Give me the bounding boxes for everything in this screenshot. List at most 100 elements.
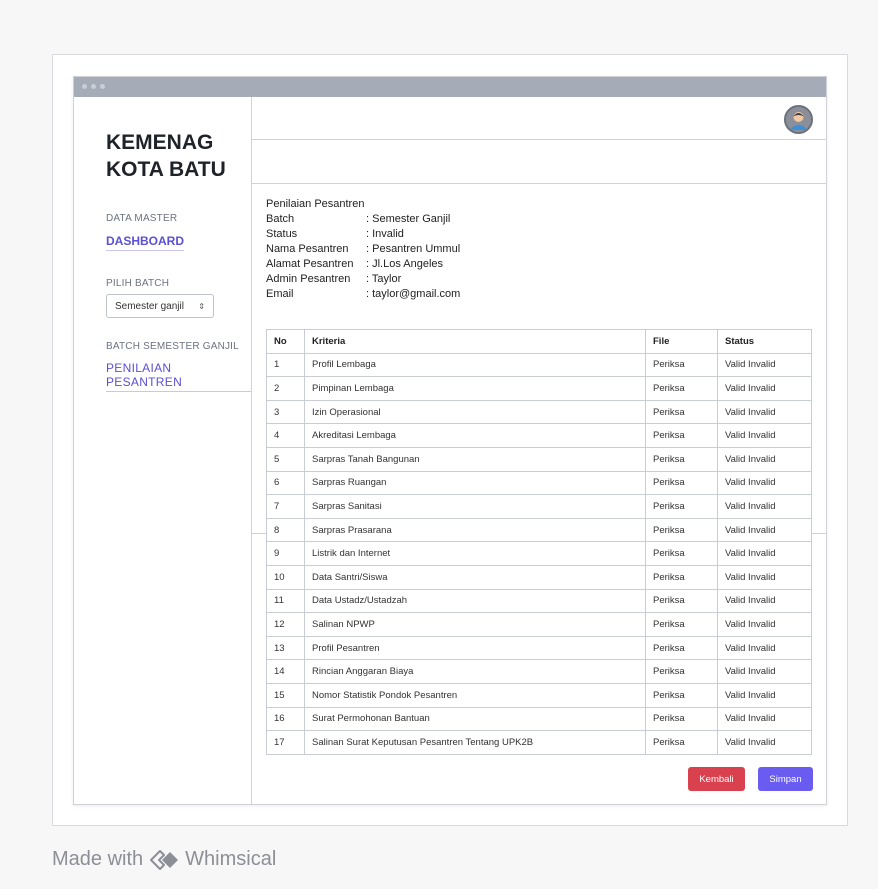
cell-file[interactable]: Periksa	[645, 541, 718, 566]
table-row: 2 Pimpinan Lembaga Periksa Valid Invalid	[266, 376, 812, 401]
table-row: 11 Data Ustadz/Ustadzah Periksa Valid Inval…	[266, 588, 812, 614]
cell-status[interactable]: Valid Invalid	[717, 564, 812, 590]
cell-status[interactable]: Valid Invalid	[717, 470, 812, 496]
header-no: No	[266, 329, 305, 354]
cell-no: 10	[266, 564, 305, 590]
info-value: : Pesantren Ummul	[366, 243, 461, 255]
info-key: Alamat Pesantren	[266, 258, 354, 270]
cell-status[interactable]: Valid Invalid	[717, 541, 812, 566]
cell-status[interactable]: Valid Invalid	[717, 446, 812, 472]
cell-kriteria: Sarpras Ruangan	[304, 470, 646, 496]
header-status: Status	[717, 329, 812, 354]
cell-file[interactable]: Periksa	[645, 376, 718, 401]
cell-kriteria: Salinan Surat Keputusan Pesantren Tentan…	[304, 730, 646, 755]
cell-status[interactable]: Valid Invalid	[717, 612, 812, 637]
cell-status[interactable]: Valid Invalid	[717, 635, 812, 661]
cell-no: 13	[266, 635, 305, 661]
cell-file[interactable]: Periksa	[645, 564, 718, 590]
cell-kriteria: Akreditasi Lembaga	[304, 423, 646, 448]
batch-select[interactable]: Semester ganjil ⇕	[106, 294, 214, 318]
cell-kriteria: Sarpras Prasarana	[304, 517, 646, 543]
cell-file[interactable]: Periksa	[645, 494, 718, 519]
cell-file[interactable]: Periksa	[645, 730, 718, 755]
window-controls	[82, 84, 105, 89]
cell-no: 8	[266, 517, 305, 543]
table-row: 16 Surat Permohonan Bantuan Periksa Valid I…	[266, 706, 812, 732]
info-row: Nama Pesantren : Pesantren Ummul	[266, 242, 460, 257]
user-avatar-icon[interactable]	[784, 105, 813, 134]
table-row: 4 Akreditasi Lembaga Periksa Valid Invalid	[266, 423, 812, 448]
cell-no: 3	[266, 399, 305, 425]
info-value: : Semester Ganjil	[366, 213, 451, 225]
cell-file[interactable]: Periksa	[645, 470, 718, 496]
cell-file[interactable]: Periksa	[645, 588, 718, 614]
whimsical-brand-text: Whimsical	[185, 848, 277, 870]
pilih-batch-label: PILIH BATCH	[106, 278, 170, 289]
cell-file[interactable]: Periksa	[645, 352, 718, 378]
cell-no: 14	[266, 659, 305, 684]
table-row: 6 Sarpras Ruangan Periksa Valid Invalid	[266, 470, 812, 496]
cell-status[interactable]: Valid Invalid	[717, 376, 812, 401]
info-value: : Jl.Los Angeles	[366, 258, 444, 270]
info-value: : Invalid	[366, 228, 404, 240]
table-row: 17 Salinan Surat Keputusan Pesantren Tent…	[266, 730, 812, 755]
info-key: Admin Pesantren	[266, 273, 351, 285]
top-bar	[252, 97, 827, 140]
cell-file[interactable]: Periksa	[645, 399, 718, 425]
cell-kriteria: Pimpinan Lembaga	[304, 376, 646, 401]
info-row: Batch: Semester Ganjil	[266, 212, 460, 227]
cell-status[interactable]: Valid Invalid	[717, 682, 812, 708]
cell-kriteria: Surat Permohonan Bantuan	[304, 706, 646, 732]
cell-status[interactable]: Valid Invalid	[717, 423, 812, 448]
cell-kriteria: Sarpras Sanitasi	[304, 494, 646, 519]
brand-line-2: KOTA BATU	[106, 158, 226, 181]
cell-no: 15	[266, 682, 305, 708]
cell-file[interactable]: Periksa	[645, 659, 718, 684]
info-key: Nama Pesantren	[266, 243, 349, 255]
cell-file[interactable]: Periksa	[645, 612, 718, 637]
info-row: Admin Pesantren: Taylor	[266, 272, 460, 287]
cell-file[interactable]: Periksa	[645, 446, 718, 472]
app-window: KEMENAG KOTA BATU DATA MASTER DASHBOARD …	[73, 76, 827, 805]
table-row: 10 Data Santri/Siswa Periksa Valid Invalid	[266, 564, 812, 590]
cell-kriteria: Listrik dan Internet	[304, 541, 646, 566]
info-key: Status	[266, 228, 298, 240]
chevron-updown-icon: ⇕	[198, 301, 205, 311]
cell-status[interactable]: Valid Invalid	[717, 494, 812, 519]
dashboard-link[interactable]: DASHBOARD	[106, 234, 184, 251]
cell-file[interactable]: Periksa	[645, 635, 718, 661]
batch-semester-label: BATCH SEMESTER GANJIL	[106, 341, 239, 352]
table-row: 12 Salinan NPWP Periksa Valid Invalid	[266, 612, 812, 637]
made-with-footer: Made with Whimsical	[52, 848, 276, 871]
cell-no: 5	[266, 446, 305, 472]
kembali-button[interactable]: Kembali	[688, 767, 745, 791]
cell-no: 9	[266, 541, 305, 566]
window-dot-max[interactable]	[100, 84, 105, 89]
cell-status[interactable]: Valid Invalid	[717, 730, 812, 755]
window-dot-close[interactable]	[82, 84, 87, 89]
canvas: KEMENAG KOTA BATU DATA MASTER DASHBOARD …	[0, 0, 878, 889]
penilaian-pesantren-link[interactable]: PENILAIAN PESANTREN	[106, 361, 251, 392]
simpan-button[interactable]: Simpan	[758, 767, 813, 791]
window-titlebar	[74, 77, 826, 97]
cell-status[interactable]: Valid Invalid	[717, 706, 812, 732]
cell-status[interactable]: Valid Invalid	[717, 659, 812, 684]
cell-file[interactable]: Periksa	[645, 423, 718, 448]
cell-status[interactable]: Valid Invalid	[717, 517, 812, 543]
sidebar: KEMENAG KOTA BATU DATA MASTER DASHBOARD …	[74, 97, 252, 805]
brand-title: KEMENAG KOTA BATU	[106, 129, 226, 183]
cell-file[interactable]: Periksa	[645, 517, 718, 543]
info-title: Penilaian Pesantren	[266, 198, 365, 210]
header-kriteria: Kriteria	[304, 329, 646, 354]
cell-status[interactable]: Valid Invalid	[717, 588, 812, 614]
cell-status[interactable]: Valid Invalid	[717, 399, 812, 425]
cell-file[interactable]: Periksa	[645, 706, 718, 732]
cell-status[interactable]: Valid Invalid	[717, 352, 812, 378]
window-dot-min[interactable]	[91, 84, 96, 89]
cell-no: 11	[266, 588, 305, 614]
cell-no: 12	[266, 612, 305, 637]
cell-kriteria: Nomor Statistik Pondok Pesantren	[304, 682, 646, 708]
cell-file[interactable]: Periksa	[645, 682, 718, 708]
pesantren-info: Penilaian Pesantren Batch: Semester Ganj…	[266, 197, 460, 302]
cell-kriteria: Data Ustadz/Ustadzah	[304, 588, 646, 614]
